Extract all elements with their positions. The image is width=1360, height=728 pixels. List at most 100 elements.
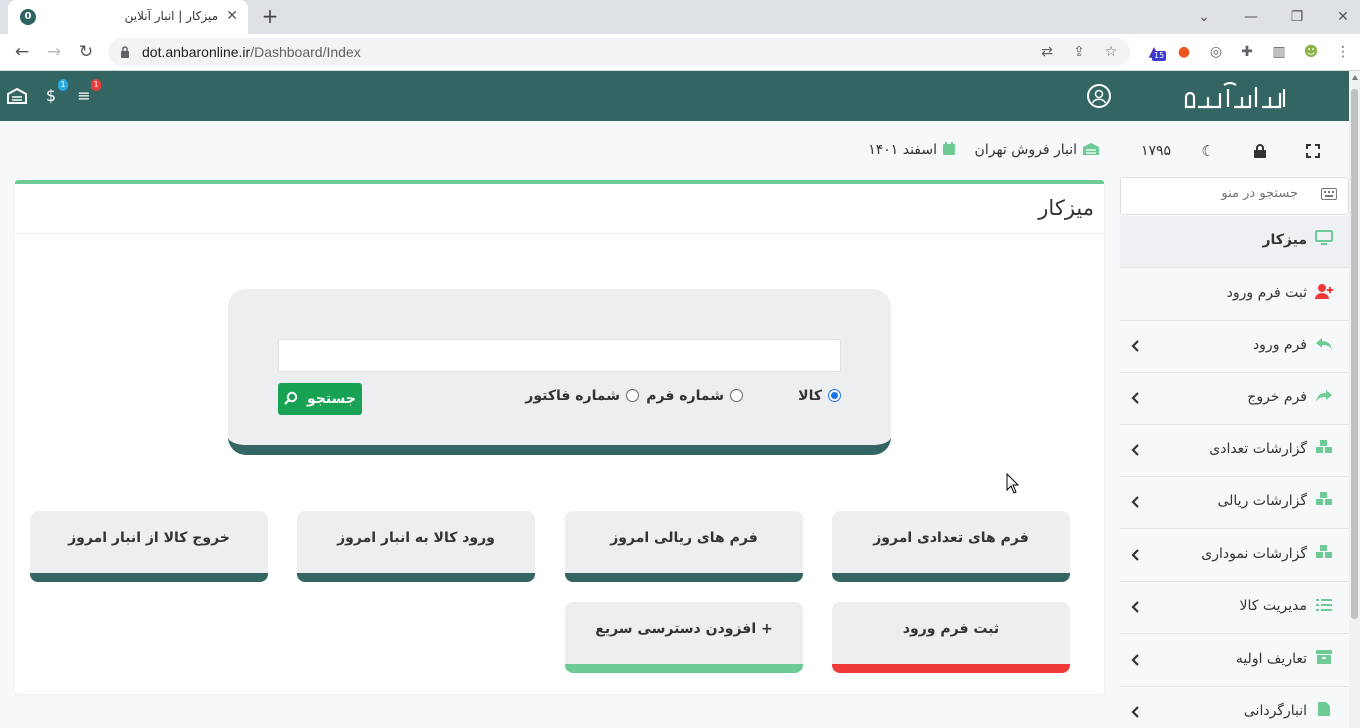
browser-tab-strip: 0 میزکار | انبار آنلاین ✕ + ⌄ — ❐ ✕ [0,0,1360,34]
radio-form-number[interactable]: شماره فرم [646,386,743,406]
quick-card-label: فرم های تعدادی امروز [873,530,1029,546]
quick-card-count-forms-today[interactable]: فرم های تعدادی امروز [832,511,1070,582]
browser-toolbar: ← → ↻ dot.anbaronline.ir/Dashboard/Index… [0,34,1360,71]
chevron-left-icon[interactable] [1130,443,1140,457]
warehouse-name: انبار فروش تهران [974,142,1077,158]
warehouse-icon[interactable] [6,85,28,107]
share-icon[interactable]: ⇪ [1070,43,1088,61]
anbaronline-logo[interactable] [1180,79,1288,115]
sidebar-item-dashboard[interactable]: میزکار [1120,216,1349,268]
sidebar-item-basic-definitions[interactable]: تعاریف اولیه [1120,635,1349,687]
tool-number: ۱۷۹۵ [1140,143,1172,159]
quick-card-add-shortcut[interactable]: + افزودن دسترسی سریع [565,602,803,673]
browser-menu-icon[interactable]: ⋮ [1333,42,1353,62]
chevron-left-icon[interactable] [1130,548,1140,562]
radio-unchecked-icon[interactable] [730,389,743,402]
user-account-icon[interactable] [1087,84,1111,108]
notification-badge: 1 [58,79,68,91]
reload-button[interactable]: ↻ [74,41,98,63]
translate-icon[interactable]: ⇄ [1038,43,1056,61]
bookmark-star-icon[interactable]: ☆ [1102,43,1120,61]
lock-screen-icon[interactable] [1249,141,1271,161]
browser-tab[interactable]: 0 میزکار | انبار آنلاین ✕ [8,0,248,34]
reply-icon [1313,335,1335,357]
side-panel-icon[interactable]: ▥ [1269,42,1289,62]
profile-avatar-icon[interactable]: ☻ [1301,42,1321,62]
chevron-left-icon[interactable] [1130,653,1140,667]
menu-search-input[interactable] [1148,186,1298,201]
camera-icon[interactable]: ◎ [1206,42,1226,62]
sidebar-item-product-management[interactable]: مدیریت کالا [1120,582,1349,634]
file-icon [1313,701,1335,723]
notification-badge: 1 [91,79,101,91]
chevron-left-icon[interactable] [1130,339,1140,353]
fullscreen-icon[interactable] [1302,141,1324,161]
radio-invoice-number[interactable]: شماره فاکتور [525,386,639,406]
scroll-up-arrow-icon[interactable] [1352,75,1358,80]
sidebar-item-exit-form[interactable]: فرم خروج [1120,373,1349,425]
sidebar-item-entry-form[interactable]: فرم ورود [1120,321,1349,373]
chevron-left-icon[interactable] [1130,495,1140,509]
sidebar-item-label: گزارشات تعدادی [1209,441,1307,457]
sidebar-item-label: گزارشات نموداری [1201,546,1307,562]
extension-globe-icon[interactable]: ● [1174,42,1194,62]
desktop-icon [1313,230,1335,252]
radio-product[interactable]: کالا [798,386,841,406]
dollar-icon[interactable]: $1 [40,79,68,107]
search-button[interactable]: جستجو [278,383,362,415]
context-info: انبار فروش تهران اسفند ۱۴۰۱ [860,139,1104,161]
tab-close-icon[interactable]: ✕ [226,8,238,24]
current-warehouse[interactable]: انبار فروش تهران [975,139,1100,161]
dark-mode-moon-icon[interactable]: ☾ [1197,141,1219,161]
close-window-button[interactable]: ✕ [1331,6,1355,28]
sidebar-item-label: فرم خروج [1247,389,1307,405]
sidebar-item-register-entry[interactable]: ثبت فرم ورود [1120,269,1349,321]
new-tab-button[interactable]: + [258,6,282,28]
cubes-icon [1313,439,1335,461]
address-bar[interactable]: dot.anbaronline.ir/Dashboard/Index ⇄ ⇪ ☆ [108,38,1130,66]
sidebar-item-label: فرم ورود [1252,337,1307,353]
chevron-left-icon[interactable] [1130,705,1140,719]
current-date[interactable]: اسفند ۱۴۰۱ [868,139,956,161]
lock-icon [121,46,129,58]
user-plus-icon [1313,283,1335,305]
quick-card-register-entry[interactable]: ثبت فرم ورود [832,602,1070,673]
url-text: dot.anbaronline.ir/Dashboard/Index [142,44,361,60]
sidebar: ۱۷۹۵ ☾ میزکار ثبت فرم ورود فرم ورود [1114,121,1349,728]
tasks-icon[interactable]: ≡ 1 [73,79,101,107]
page-scrollbar[interactable] [1349,71,1360,728]
sidebar-item-stocktaking[interactable]: انبارگردانی [1120,687,1349,728]
cubes-icon [1313,491,1335,513]
sidebar-item-label: تعاریف اولیه [1235,651,1307,667]
sidebar-item-chart-reports[interactable]: گزارشات نموداری [1120,530,1349,582]
radio-unchecked-icon[interactable] [626,389,639,402]
tab-title: میزکار | انبار آنلاین [124,9,218,23]
warehouse-icon [1083,143,1099,155]
extension-hat-icon[interactable]: ▲15 [1144,42,1167,62]
quick-search-box: کالا شماره فرم شماره فاکتور جستجو [228,289,891,455]
sidebar-item-label: ثبت فرم ورود [1226,285,1307,301]
sidebar-item-rial-reports[interactable]: گزارشات ریالی [1120,477,1349,529]
quick-card-label: + افزودن دسترسی سریع [595,621,773,637]
scrollbar-thumb[interactable] [1351,89,1358,619]
sidebar-item-label: گزارشات ریالی [1217,493,1307,509]
quick-card-exits-today[interactable]: خروج کالا از انبار امروز [30,511,268,582]
sidebar-item-label: میزکار [1262,232,1307,248]
sidebar-item-count-reports[interactable]: گزارشات تعدادی [1120,425,1349,477]
quick-card-rial-forms-today[interactable]: فرم های ریالی امروز [565,511,803,582]
back-button[interactable]: ← [10,41,34,63]
mouse-cursor-icon [1006,473,1020,494]
tab-search-icon[interactable]: ⌄ [1192,6,1216,28]
forward-button[interactable]: → [42,41,66,63]
radio-checked-icon[interactable] [828,389,841,402]
minimize-button[interactable]: — [1239,6,1263,28]
extensions-puzzle-icon[interactable]: ✚ [1237,42,1257,62]
search-input[interactable] [278,339,841,372]
chevron-left-icon[interactable] [1130,600,1140,614]
app-header: $1 ≡ 1 [0,71,1349,121]
menu-search-field[interactable] [1120,177,1349,215]
chevron-left-icon[interactable] [1130,391,1140,405]
restore-button[interactable]: ❐ [1285,6,1309,28]
quick-card-entries-today[interactable]: ورود کالا به انبار امروز [297,511,535,582]
favicon-icon: 0 [20,9,36,25]
